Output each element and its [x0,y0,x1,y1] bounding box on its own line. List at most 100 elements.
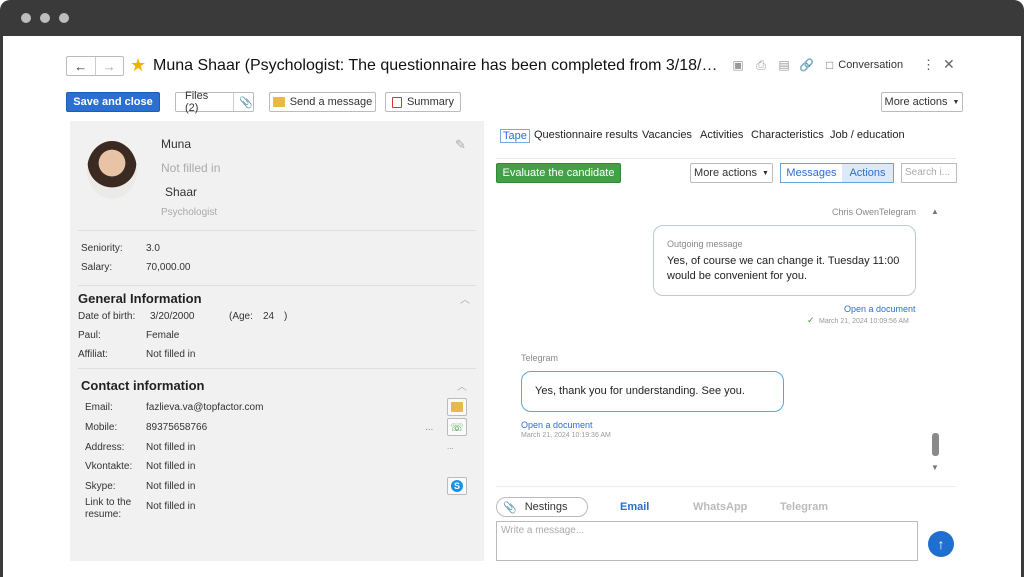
divider [78,368,476,369]
divider [78,230,476,231]
skype-icon[interactable]: S [447,477,467,495]
edit-pencil-icon[interactable]: ✎ [455,137,466,153]
send-message-button[interactable]: Send a message [269,92,376,112]
skype-label: Skype: [85,481,116,492]
affiliat-value: Not filled in [146,349,196,360]
send-arrow-icon[interactable]: ↑ [928,531,954,557]
age-value: 24 [263,311,275,322]
position: Psychologist [161,207,218,218]
paul-label: Paul: [78,330,101,341]
favorite-star-icon[interactable]: ★ [130,55,146,75]
back-arrow-icon[interactable]: ← [67,57,95,75]
last-name: Shaar [165,185,198,199]
open-document-link[interactable]: Open a document [521,420,593,430]
feed-more-actions-button[interactable]: More actions ▼ [690,163,773,183]
messages-toggle[interactable]: Messages [780,163,843,183]
window-dot-icon[interactable] [59,13,69,23]
feed-scrollbar-thumb[interactable] [932,433,939,456]
window-titlebar [0,0,1024,36]
affiliat-label: Affiliat: [78,349,108,360]
email-label: Email: [85,402,113,413]
nestings-label: Nestings [524,501,568,513]
outgoing-text: Yes, of course we can change it. Tuesday… [667,255,900,282]
paul-value: Female [146,330,180,341]
skype-value: Not filled in [146,481,196,492]
send-message-label: Send a message [289,96,373,108]
caret-down-icon: ▼ [762,169,769,177]
first-name: Muna [161,137,192,151]
scroll-down-icon[interactable]: ▼ [931,463,939,472]
message-input[interactable]: Write a message... [496,521,918,561]
address-value: Not filled in [146,442,196,453]
incoming-message-bubble: Yes, thank you for understanding. See yo… [521,371,784,412]
open-document-link[interactable]: Open a document [844,304,916,314]
tab-tape[interactable]: Tape [500,129,530,143]
incoming-text: Yes, thank you for understanding. See yo… [535,385,745,397]
window-frame-left [0,36,3,577]
divider [78,285,476,286]
outgoing-timestamp: March 21, 2024 10:09:56 AM [819,318,909,325]
conversation-button[interactable]: □ Conversation [826,58,903,72]
collapse-chevron-icon[interactable]: ︿ [460,291,470,306]
tab-job-education[interactable]: Job / education [830,129,905,141]
tab-vacancies[interactable]: Vacancies [642,129,692,141]
link-icon[interactable]: 🔗 [799,58,814,72]
avatar [87,141,137,199]
chat-icon: □ [826,58,834,72]
send-email-icon[interactable] [447,398,467,416]
window-dot-icon[interactable] [21,13,31,23]
seniority-label: Seniority: [81,243,123,254]
print-icon[interactable]: ⎙ [754,58,768,72]
channel-tab-telegram[interactable]: Telegram [780,501,828,513]
outgoing-sender: Chris OwenTelegram [832,207,917,217]
email-value[interactable]: fazlieva.va@topfactor.com [146,402,263,413]
window-dot-icon[interactable] [40,13,50,23]
salary-value: 70,000.00 [146,262,191,273]
collapse-chevron-icon[interactable]: ︿ [457,378,467,393]
incoming-sender: Telegram [521,353,559,363]
record-title: Muna Shaar (Psychologist: The questionna… [153,57,723,74]
mobile-value[interactable]: 89375658766 [146,422,207,433]
actions-toggle[interactable]: Actions [842,163,894,183]
dob-label: Date of birth: [78,311,136,322]
more-dots-icon[interactable]: ... [447,442,454,451]
address-label: Address: [85,442,125,453]
incoming-timestamp: March 21, 2024 10:19:36 AM [521,432,611,439]
dob-value: 3/20/2000 [150,311,195,322]
nestings-button[interactable]: 📎 Nestings [496,497,588,517]
close-icon[interactable]: ✕ [943,56,955,73]
tab-questionnaire-results[interactable]: Questionnaire results [534,129,638,141]
files-label: Files (2) [185,90,209,114]
evaluate-candidate-button[interactable]: Evaluate the candidate [496,163,621,183]
more-dots-icon[interactable]: ... [425,422,433,433]
channel-tab-email[interactable]: Email [620,501,649,513]
forward-arrow-icon[interactable]: → [94,57,124,75]
delivered-check-icon: ✓ [807,315,815,325]
resume-link-value: Not filled in [146,501,196,512]
summary-button[interactable]: Summary [385,92,461,112]
channel-tab-whatsapp[interactable]: WhatsApp [693,501,747,513]
save-icon[interactable]: ▣ [731,58,745,72]
call-phone-icon[interactable]: ☏ [447,418,467,436]
outgoing-message-bubble: Outgoing message Yes, of course we can c… [653,225,916,296]
resume-link-label-1: Link to the [85,497,132,508]
paperclip-icon[interactable]: 📎 [233,93,253,111]
general-info-title: General Information [78,291,202,306]
kebab-menu-icon[interactable]: ⋮ [922,57,935,73]
tab-characteristics[interactable]: Characteristics [751,129,824,141]
conversation-label: Conversation [838,59,904,71]
outgoing-label: Outgoing message [667,239,743,249]
tab-activities[interactable]: Activities [700,129,743,141]
scroll-up-icon[interactable]: ▲ [931,207,939,216]
preview-icon[interactable]: ▤ [777,58,791,72]
age-prefix: (Age: [229,311,253,322]
age-suffix: ) [284,311,288,322]
envelope-icon [272,97,285,107]
feed-more-actions-label: More actions [694,167,758,179]
files-button[interactable]: Files (2) 📎 [175,90,254,114]
vkontakte-label: Vkontakte: [85,461,133,472]
save-and-close-button[interactable]: Save and close [66,92,160,112]
more-actions-button[interactable]: More actions ▼ [881,92,963,112]
pdf-icon [391,96,402,108]
feed-search-input[interactable]: Search i... [901,163,957,183]
